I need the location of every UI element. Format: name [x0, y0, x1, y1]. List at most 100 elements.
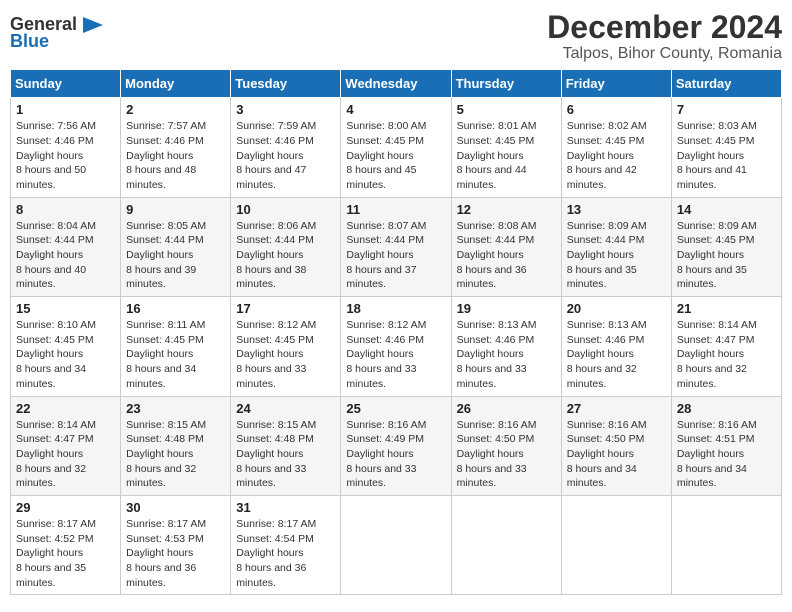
day-number: 21 [677, 301, 776, 316]
calendar-cell: 7 Sunrise: 8:03 AM Sunset: 4:45 PM Dayli… [671, 98, 781, 197]
day-number: 31 [236, 500, 335, 515]
day-info: Sunrise: 8:17 AM Sunset: 4:52 PM Dayligh… [16, 517, 115, 590]
day-info: Sunrise: 8:06 AM Sunset: 4:44 PM Dayligh… [236, 219, 335, 292]
calendar-cell: 4 Sunrise: 8:00 AM Sunset: 4:45 PM Dayli… [341, 98, 451, 197]
calendar-cell: 8 Sunrise: 8:04 AM Sunset: 4:44 PM Dayli… [11, 197, 121, 296]
calendar-cell: 30 Sunrise: 8:17 AM Sunset: 4:53 PM Dayl… [121, 495, 231, 594]
logo-blue-text: Blue [10, 31, 49, 52]
day-number: 6 [567, 102, 666, 117]
day-number: 25 [346, 401, 445, 416]
weekday-header-friday: Friday [561, 70, 671, 98]
day-info: Sunrise: 8:12 AM Sunset: 4:45 PM Dayligh… [236, 318, 335, 391]
calendar-week-5: 29 Sunrise: 8:17 AM Sunset: 4:52 PM Dayl… [11, 495, 782, 594]
day-number: 2 [126, 102, 225, 117]
day-number: 14 [677, 202, 776, 217]
weekday-header-wednesday: Wednesday [341, 70, 451, 98]
calendar-cell: 19 Sunrise: 8:13 AM Sunset: 4:46 PM Dayl… [451, 297, 561, 396]
day-number: 19 [457, 301, 556, 316]
day-info: Sunrise: 7:59 AM Sunset: 4:46 PM Dayligh… [236, 119, 335, 192]
day-number: 17 [236, 301, 335, 316]
day-number: 9 [126, 202, 225, 217]
day-info: Sunrise: 8:00 AM Sunset: 4:45 PM Dayligh… [346, 119, 445, 192]
calendar-table: SundayMondayTuesdayWednesdayThursdayFrid… [10, 69, 782, 595]
weekday-header-tuesday: Tuesday [231, 70, 341, 98]
day-info: Sunrise: 8:13 AM Sunset: 4:46 PM Dayligh… [457, 318, 556, 391]
day-info: Sunrise: 8:14 AM Sunset: 4:47 PM Dayligh… [16, 418, 115, 491]
calendar-cell: 5 Sunrise: 8:01 AM Sunset: 4:45 PM Dayli… [451, 98, 561, 197]
day-number: 20 [567, 301, 666, 316]
day-info: Sunrise: 8:08 AM Sunset: 4:44 PM Dayligh… [457, 219, 556, 292]
day-info: Sunrise: 8:12 AM Sunset: 4:46 PM Dayligh… [346, 318, 445, 391]
calendar-week-1: 1 Sunrise: 7:56 AM Sunset: 4:46 PM Dayli… [11, 98, 782, 197]
calendar-cell: 18 Sunrise: 8:12 AM Sunset: 4:46 PM Dayl… [341, 297, 451, 396]
day-info: Sunrise: 8:16 AM Sunset: 4:49 PM Dayligh… [346, 418, 445, 491]
day-info: Sunrise: 8:10 AM Sunset: 4:45 PM Dayligh… [16, 318, 115, 391]
calendar-cell: 20 Sunrise: 8:13 AM Sunset: 4:46 PM Dayl… [561, 297, 671, 396]
day-number: 16 [126, 301, 225, 316]
day-number: 1 [16, 102, 115, 117]
calendar-cell: 23 Sunrise: 8:15 AM Sunset: 4:48 PM Dayl… [121, 396, 231, 495]
weekday-header-thursday: Thursday [451, 70, 561, 98]
day-number: 29 [16, 500, 115, 515]
day-number: 15 [16, 301, 115, 316]
day-number: 27 [567, 401, 666, 416]
day-number: 11 [346, 202, 445, 217]
weekday-header-monday: Monday [121, 70, 231, 98]
day-number: 30 [126, 500, 225, 515]
day-info: Sunrise: 8:16 AM Sunset: 4:50 PM Dayligh… [457, 418, 556, 491]
day-info: Sunrise: 8:04 AM Sunset: 4:44 PM Dayligh… [16, 219, 115, 292]
day-info: Sunrise: 8:16 AM Sunset: 4:50 PM Dayligh… [567, 418, 666, 491]
calendar-cell: 27 Sunrise: 8:16 AM Sunset: 4:50 PM Dayl… [561, 396, 671, 495]
header: General Blue December 2024 Talpos, Bihor… [10, 10, 782, 63]
title-area: December 2024 Talpos, Bihor County, Roma… [547, 10, 782, 63]
day-info: Sunrise: 8:01 AM Sunset: 4:45 PM Dayligh… [457, 119, 556, 192]
calendar-cell: 16 Sunrise: 8:11 AM Sunset: 4:45 PM Dayl… [121, 297, 231, 396]
calendar-cell: 21 Sunrise: 8:14 AM Sunset: 4:47 PM Dayl… [671, 297, 781, 396]
calendar-cell: 10 Sunrise: 8:06 AM Sunset: 4:44 PM Dayl… [231, 197, 341, 296]
day-info: Sunrise: 8:07 AM Sunset: 4:44 PM Dayligh… [346, 219, 445, 292]
calendar-cell: 22 Sunrise: 8:14 AM Sunset: 4:47 PM Dayl… [11, 396, 121, 495]
day-info: Sunrise: 7:57 AM Sunset: 4:46 PM Dayligh… [126, 119, 225, 192]
calendar-cell: 2 Sunrise: 7:57 AM Sunset: 4:46 PM Dayli… [121, 98, 231, 197]
month-title: December 2024 [547, 10, 782, 45]
weekday-header-saturday: Saturday [671, 70, 781, 98]
calendar-cell: 26 Sunrise: 8:16 AM Sunset: 4:50 PM Dayl… [451, 396, 561, 495]
day-info: Sunrise: 8:09 AM Sunset: 4:45 PM Dayligh… [677, 219, 776, 292]
day-info: Sunrise: 8:15 AM Sunset: 4:48 PM Dayligh… [126, 418, 225, 491]
day-info: Sunrise: 8:02 AM Sunset: 4:45 PM Dayligh… [567, 119, 666, 192]
calendar-week-2: 8 Sunrise: 8:04 AM Sunset: 4:44 PM Dayli… [11, 197, 782, 296]
calendar-cell: 29 Sunrise: 8:17 AM Sunset: 4:52 PM Dayl… [11, 495, 121, 594]
calendar-cell: 13 Sunrise: 8:09 AM Sunset: 4:44 PM Dayl… [561, 197, 671, 296]
logo: General Blue [10, 10, 107, 52]
day-info: Sunrise: 8:16 AM Sunset: 4:51 PM Dayligh… [677, 418, 776, 491]
calendar-week-3: 15 Sunrise: 8:10 AM Sunset: 4:45 PM Dayl… [11, 297, 782, 396]
day-info: Sunrise: 8:14 AM Sunset: 4:47 PM Dayligh… [677, 318, 776, 391]
calendar-cell: 12 Sunrise: 8:08 AM Sunset: 4:44 PM Dayl… [451, 197, 561, 296]
calendar-week-4: 22 Sunrise: 8:14 AM Sunset: 4:47 PM Dayl… [11, 396, 782, 495]
calendar-cell: 1 Sunrise: 7:56 AM Sunset: 4:46 PM Dayli… [11, 98, 121, 197]
day-info: Sunrise: 8:17 AM Sunset: 4:54 PM Dayligh… [236, 517, 335, 590]
calendar-header-row: SundayMondayTuesdayWednesdayThursdayFrid… [11, 70, 782, 98]
location-title: Talpos, Bihor County, Romania [547, 45, 782, 63]
day-info: Sunrise: 8:05 AM Sunset: 4:44 PM Dayligh… [126, 219, 225, 292]
calendar-cell: 31 Sunrise: 8:17 AM Sunset: 4:54 PM Dayl… [231, 495, 341, 594]
day-number: 22 [16, 401, 115, 416]
day-info: Sunrise: 8:15 AM Sunset: 4:48 PM Dayligh… [236, 418, 335, 491]
weekday-header-sunday: Sunday [11, 70, 121, 98]
logo-arrow-icon [79, 15, 107, 35]
calendar-cell [451, 495, 561, 594]
calendar-cell: 24 Sunrise: 8:15 AM Sunset: 4:48 PM Dayl… [231, 396, 341, 495]
day-number: 28 [677, 401, 776, 416]
day-info: Sunrise: 7:56 AM Sunset: 4:46 PM Dayligh… [16, 119, 115, 192]
calendar-cell [671, 495, 781, 594]
calendar-cell: 28 Sunrise: 8:16 AM Sunset: 4:51 PM Dayl… [671, 396, 781, 495]
calendar-cell: 6 Sunrise: 8:02 AM Sunset: 4:45 PM Dayli… [561, 98, 671, 197]
calendar-cell: 11 Sunrise: 8:07 AM Sunset: 4:44 PM Dayl… [341, 197, 451, 296]
day-number: 10 [236, 202, 335, 217]
day-number: 26 [457, 401, 556, 416]
calendar-cell: 25 Sunrise: 8:16 AM Sunset: 4:49 PM Dayl… [341, 396, 451, 495]
day-number: 24 [236, 401, 335, 416]
day-info: Sunrise: 8:11 AM Sunset: 4:45 PM Dayligh… [126, 318, 225, 391]
day-info: Sunrise: 8:17 AM Sunset: 4:53 PM Dayligh… [126, 517, 225, 590]
calendar-cell: 9 Sunrise: 8:05 AM Sunset: 4:44 PM Dayli… [121, 197, 231, 296]
